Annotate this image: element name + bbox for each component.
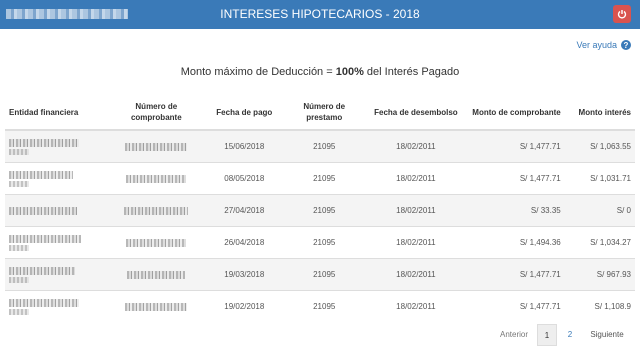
interes-cell: S/ 1,108.9 — [564, 290, 635, 322]
help-label[interactable]: Ver ayuda — [576, 40, 617, 50]
prestamo-cell: 21095 — [282, 194, 367, 227]
fecha-pago-cell: 08/05/2018 — [206, 162, 283, 195]
col-entidad: Entidad financiera — [5, 95, 107, 131]
app-header: INTERESES HIPOTECARIOS - 2018 — [0, 0, 640, 29]
question-circle-icon[interactable]: ? — [621, 40, 631, 50]
monto-cell: S/ 1,477.71 — [465, 258, 565, 291]
table-row: 08/05/2018 21095 18/02/2011 S/ 1,477.71 … — [5, 162, 635, 195]
deduction-summary: Monto máximo de Deducción = 100% del Int… — [180, 66, 460, 78]
fecha-pago-cell: 19/02/2018 — [206, 290, 283, 322]
table-row: 15/06/2018 21095 18/02/2011 S/ 1,477.71 … — [5, 129, 635, 163]
desembolso-cell: 18/02/2011 — [366, 290, 466, 322]
page-2-button[interactable]: 2 — [560, 324, 580, 346]
page-title: INTERESES HIPOTECARIOS - 2018 — [220, 7, 420, 21]
entidad-cell-redacted — [5, 162, 107, 195]
col-prestamo: Número de prestamo — [282, 95, 367, 131]
comprobante-cell-redacted — [106, 129, 207, 163]
table-row: 19/03/2018 21095 18/02/2011 S/ 1,477.71 … — [5, 258, 635, 291]
col-desembolso: Fecha de desembolso — [366, 95, 466, 131]
monto-cell: S/ 1,477.71 — [465, 129, 565, 163]
prev-page-button[interactable]: Anterior — [494, 324, 534, 346]
prestamo-cell: 21095 — [282, 129, 367, 163]
deduction-percent: 100% — [335, 66, 364, 78]
entidad-cell-redacted — [5, 129, 107, 163]
comprobante-cell-redacted — [106, 258, 207, 291]
col-fecha-pago: Fecha de pago — [206, 95, 283, 131]
entidad-cell-redacted — [5, 290, 107, 322]
monto-cell: S/ 1,477.71 — [465, 290, 565, 322]
table-header-row: Entidad financiera Número de comprobante… — [5, 95, 635, 131]
col-monto: Monto de comprobante — [465, 95, 565, 131]
interes-cell: S/ 967.93 — [564, 258, 635, 291]
close-button[interactable] — [613, 5, 631, 23]
interes-cell: S/ 1,063.55 — [564, 129, 635, 163]
monto-cell: S/ 1,494.36 — [465, 226, 565, 259]
fecha-pago-cell: 19/03/2018 — [206, 258, 283, 291]
interes-cell: S/ 1,031.71 — [564, 162, 635, 195]
comprobante-cell-redacted — [106, 290, 207, 322]
prestamo-cell: 21095 — [282, 162, 367, 195]
fecha-pago-cell: 27/04/2018 — [206, 194, 283, 227]
prestamo-cell: 21095 — [282, 226, 367, 259]
comprobante-cell-redacted — [106, 194, 207, 227]
fecha-pago-cell: 15/06/2018 — [206, 129, 283, 163]
desembolso-cell: 18/02/2011 — [366, 194, 466, 227]
monto-cell: S/ 33.35 — [465, 194, 565, 227]
entidad-cell-redacted — [5, 258, 107, 291]
page-1-button[interactable]: 1 — [537, 324, 557, 346]
power-icon — [617, 10, 627, 19]
interest-table: Entidad financiera Número de comprobante… — [5, 95, 635, 322]
monto-cell: S/ 1,477.71 — [465, 162, 565, 195]
table-row: 19/02/2018 21095 18/02/2011 S/ 1,477.71 … — [5, 290, 635, 322]
pagination: Anterior 1 2 Siguiente — [0, 324, 640, 346]
desembolso-cell: 18/02/2011 — [366, 162, 466, 195]
entidad-cell-redacted — [5, 194, 107, 227]
interes-cell: S/ 0 — [564, 194, 635, 227]
comprobante-cell-redacted — [106, 226, 207, 259]
entidad-cell-redacted — [5, 226, 107, 259]
help-link[interactable]: Ver ayuda ? — [576, 40, 631, 50]
col-interes: Monto interés — [564, 95, 635, 131]
prestamo-cell: 21095 — [282, 258, 367, 291]
interes-cell: S/ 1,034.27 — [564, 226, 635, 259]
prestamo-cell: 21095 — [282, 290, 367, 322]
desembolso-cell: 18/02/2011 — [366, 129, 466, 163]
next-page-button[interactable]: Siguiente — [584, 324, 630, 346]
col-comprobante: Número de comprobante — [106, 95, 207, 131]
table-row: 26/04/2018 21095 18/02/2011 S/ 1,494.36 … — [5, 226, 635, 259]
desembolso-cell: 18/02/2011 — [366, 226, 466, 259]
comprobante-cell-redacted — [106, 162, 207, 195]
desembolso-cell: 18/02/2011 — [366, 258, 466, 291]
fecha-pago-cell: 26/04/2018 — [206, 226, 283, 259]
table-row: 27/04/2018 21095 18/02/2011 S/ 33.35 S/ … — [5, 194, 635, 227]
